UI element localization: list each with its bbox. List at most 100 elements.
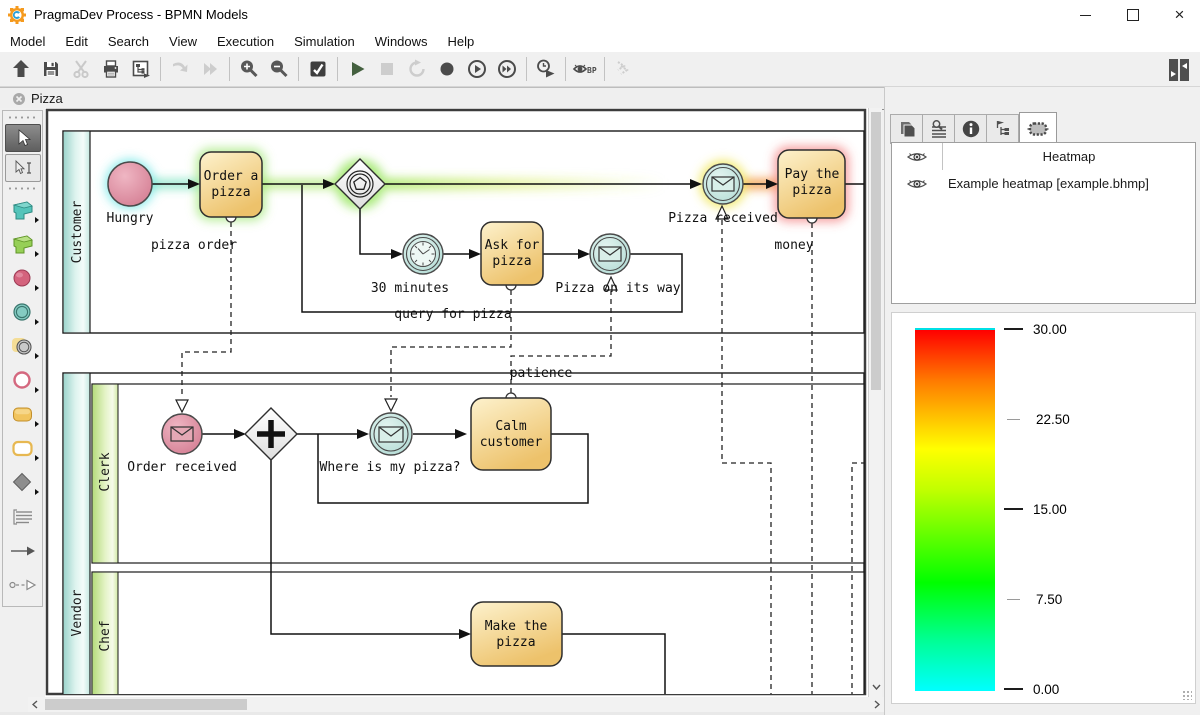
- visibility-eye-icon[interactable]: [906, 150, 928, 164]
- message-event-where-is-my-pizza[interactable]: [370, 413, 412, 455]
- message-event-pizza-received[interactable]: [703, 164, 743, 204]
- tab-close-icon[interactable]: [12, 92, 26, 106]
- step-play-button[interactable]: [462, 55, 492, 83]
- menu-edit[interactable]: Edit: [55, 34, 97, 49]
- message-event-pizza-on-its-way[interactable]: [590, 234, 630, 274]
- menu-windows[interactable]: Windows: [365, 34, 438, 49]
- redo-all-button[interactable]: [195, 55, 225, 83]
- palette-dropdown-arrow[interactable]: [35, 217, 39, 223]
- palette-dropdown-arrow[interactable]: [35, 455, 39, 461]
- upload-arrow-icon: [10, 58, 32, 80]
- svg-text:Calm: Calm: [495, 419, 526, 434]
- tab-heatmap[interactable]: [1019, 112, 1057, 144]
- redo-step-button[interactable]: [165, 55, 195, 83]
- tab-info[interactable]: [955, 115, 987, 143]
- menu-help[interactable]: Help: [438, 34, 485, 49]
- heatmap-tree-header-row[interactable]: Heatmap: [892, 143, 1195, 170]
- sub-process-tool[interactable]: [5, 432, 41, 466]
- panel-toggle-button[interactable]: [1164, 56, 1194, 84]
- view-bp-button[interactable]: BP: [570, 55, 600, 83]
- palette-drag-handle[interactable]: [6, 114, 39, 121]
- menu-execution[interactable]: Execution: [207, 34, 284, 49]
- diagram-canvas[interactable]: Customer Vendor Clerk Chef: [45, 108, 868, 697]
- resize-grip[interactable]: [1182, 690, 1192, 700]
- message-flow-tool[interactable]: [5, 568, 41, 602]
- palette-dropdown-arrow[interactable]: [35, 251, 39, 257]
- stop-button[interactable]: [372, 55, 402, 83]
- palette-dropdown-arrow[interactable]: [35, 421, 39, 427]
- heatmap-tree-item-row[interactable]: Example heatmap [example.bhmp]: [892, 170, 1195, 197]
- save-button[interactable]: [36, 55, 66, 83]
- palette-dropdown-arrow[interactable]: [35, 285, 39, 291]
- validate-check-button[interactable]: [303, 55, 333, 83]
- document-tab-pizza[interactable]: Pizza: [0, 88, 73, 109]
- gateway-tool[interactable]: [5, 466, 41, 500]
- task-tool[interactable]: [5, 398, 41, 432]
- search-list-icon: [929, 119, 949, 139]
- pool-tool[interactable]: [5, 194, 41, 228]
- timed-run-button[interactable]: [531, 55, 561, 83]
- maximize-button[interactable]: [1110, 0, 1155, 30]
- palette-dropdown-arrow[interactable]: [35, 353, 39, 359]
- stop-icon: [376, 58, 398, 80]
- trace-button[interactable]: [609, 55, 639, 83]
- timer-event-30-minutes[interactable]: [403, 234, 443, 274]
- task-make-the-pizza[interactable]: Make the pizza: [471, 602, 562, 666]
- vertical-scroll-thumb[interactable]: [871, 112, 881, 390]
- palette-dropdown-arrow[interactable]: [35, 489, 39, 495]
- start-event-hungry[interactable]: [108, 162, 152, 206]
- canvas-vertical-scrollbar[interactable]: [868, 108, 882, 697]
- upload-arrow-button[interactable]: [6, 55, 36, 83]
- scroll-down-arrow[interactable]: [870, 680, 882, 694]
- tab-pages[interactable]: [891, 115, 923, 143]
- play-button[interactable]: [342, 55, 372, 83]
- record-button[interactable]: [432, 55, 462, 83]
- zoom-in-button[interactable]: [234, 55, 264, 83]
- fast-forward-button[interactable]: [492, 55, 522, 83]
- tab-tree-flag[interactable]: [987, 115, 1018, 143]
- text-annotation-tool[interactable]: [5, 500, 41, 534]
- heatmap-icon: [1027, 119, 1049, 139]
- canvas-horizontal-scrollbar[interactable]: [28, 697, 884, 712]
- scroll-right-arrow[interactable]: [870, 697, 884, 712]
- select-tool-button[interactable]: [5, 124, 41, 152]
- pool-customer[interactable]: Customer: [63, 131, 864, 333]
- start-event-tool[interactable]: [5, 262, 41, 296]
- boundary-event-tool[interactable]: [5, 330, 41, 364]
- tab-search-list[interactable]: [923, 115, 955, 143]
- end-event-tool[interactable]: [5, 364, 41, 398]
- palette-drag-handle[interactable]: [6, 185, 39, 192]
- palette-dropdown-arrow[interactable]: [35, 319, 39, 325]
- task-calm-customer[interactable]: Calm customer: [471, 398, 551, 470]
- svg-text:pizza: pizza: [211, 185, 250, 200]
- heatmap-scale-panel: 30.00 22.50 15.00 7.50 0.00: [891, 312, 1196, 704]
- palette-dropdown-arrow[interactable]: [35, 387, 39, 393]
- menu-search[interactable]: Search: [98, 34, 159, 49]
- close-button[interactable]: ×: [1157, 0, 1200, 30]
- intermediate-event-tool[interactable]: [5, 296, 41, 330]
- menu-model[interactable]: Model: [0, 34, 55, 49]
- minimize-button[interactable]: [1063, 0, 1108, 30]
- record-icon: [436, 58, 458, 80]
- visibility-eye-icon[interactable]: [906, 177, 928, 191]
- print-button[interactable]: [96, 55, 126, 83]
- message-start-event-order-received[interactable]: [162, 414, 202, 454]
- heatmap-tree: Heatmap Example heatmap [example.bhmp]: [891, 142, 1196, 304]
- svg-text:pizza: pizza: [492, 254, 531, 269]
- sequence-flow-tool[interactable]: [5, 534, 41, 568]
- lane-tool[interactable]: [5, 228, 41, 262]
- task-ask-for-pizza[interactable]: Ask for pizza: [481, 222, 543, 285]
- task-pay-the-pizza[interactable]: Pay the pizza: [778, 150, 845, 218]
- menu-view[interactable]: View: [159, 34, 207, 49]
- select-text-tool-button[interactable]: [5, 154, 41, 182]
- zoom-out-button[interactable]: [264, 55, 294, 83]
- export-tree-button[interactable]: [126, 55, 156, 83]
- task-order-a-pizza[interactable]: Order a pizza: [200, 152, 262, 217]
- loop-button[interactable]: [402, 55, 432, 83]
- cut-button[interactable]: [66, 55, 96, 83]
- redo-step-icon: [169, 58, 191, 80]
- menu-simulation[interactable]: Simulation: [284, 34, 365, 49]
- tick-mark: [1004, 328, 1023, 330]
- scroll-left-arrow[interactable]: [28, 697, 42, 712]
- horizontal-scroll-thumb[interactable]: [45, 699, 247, 710]
